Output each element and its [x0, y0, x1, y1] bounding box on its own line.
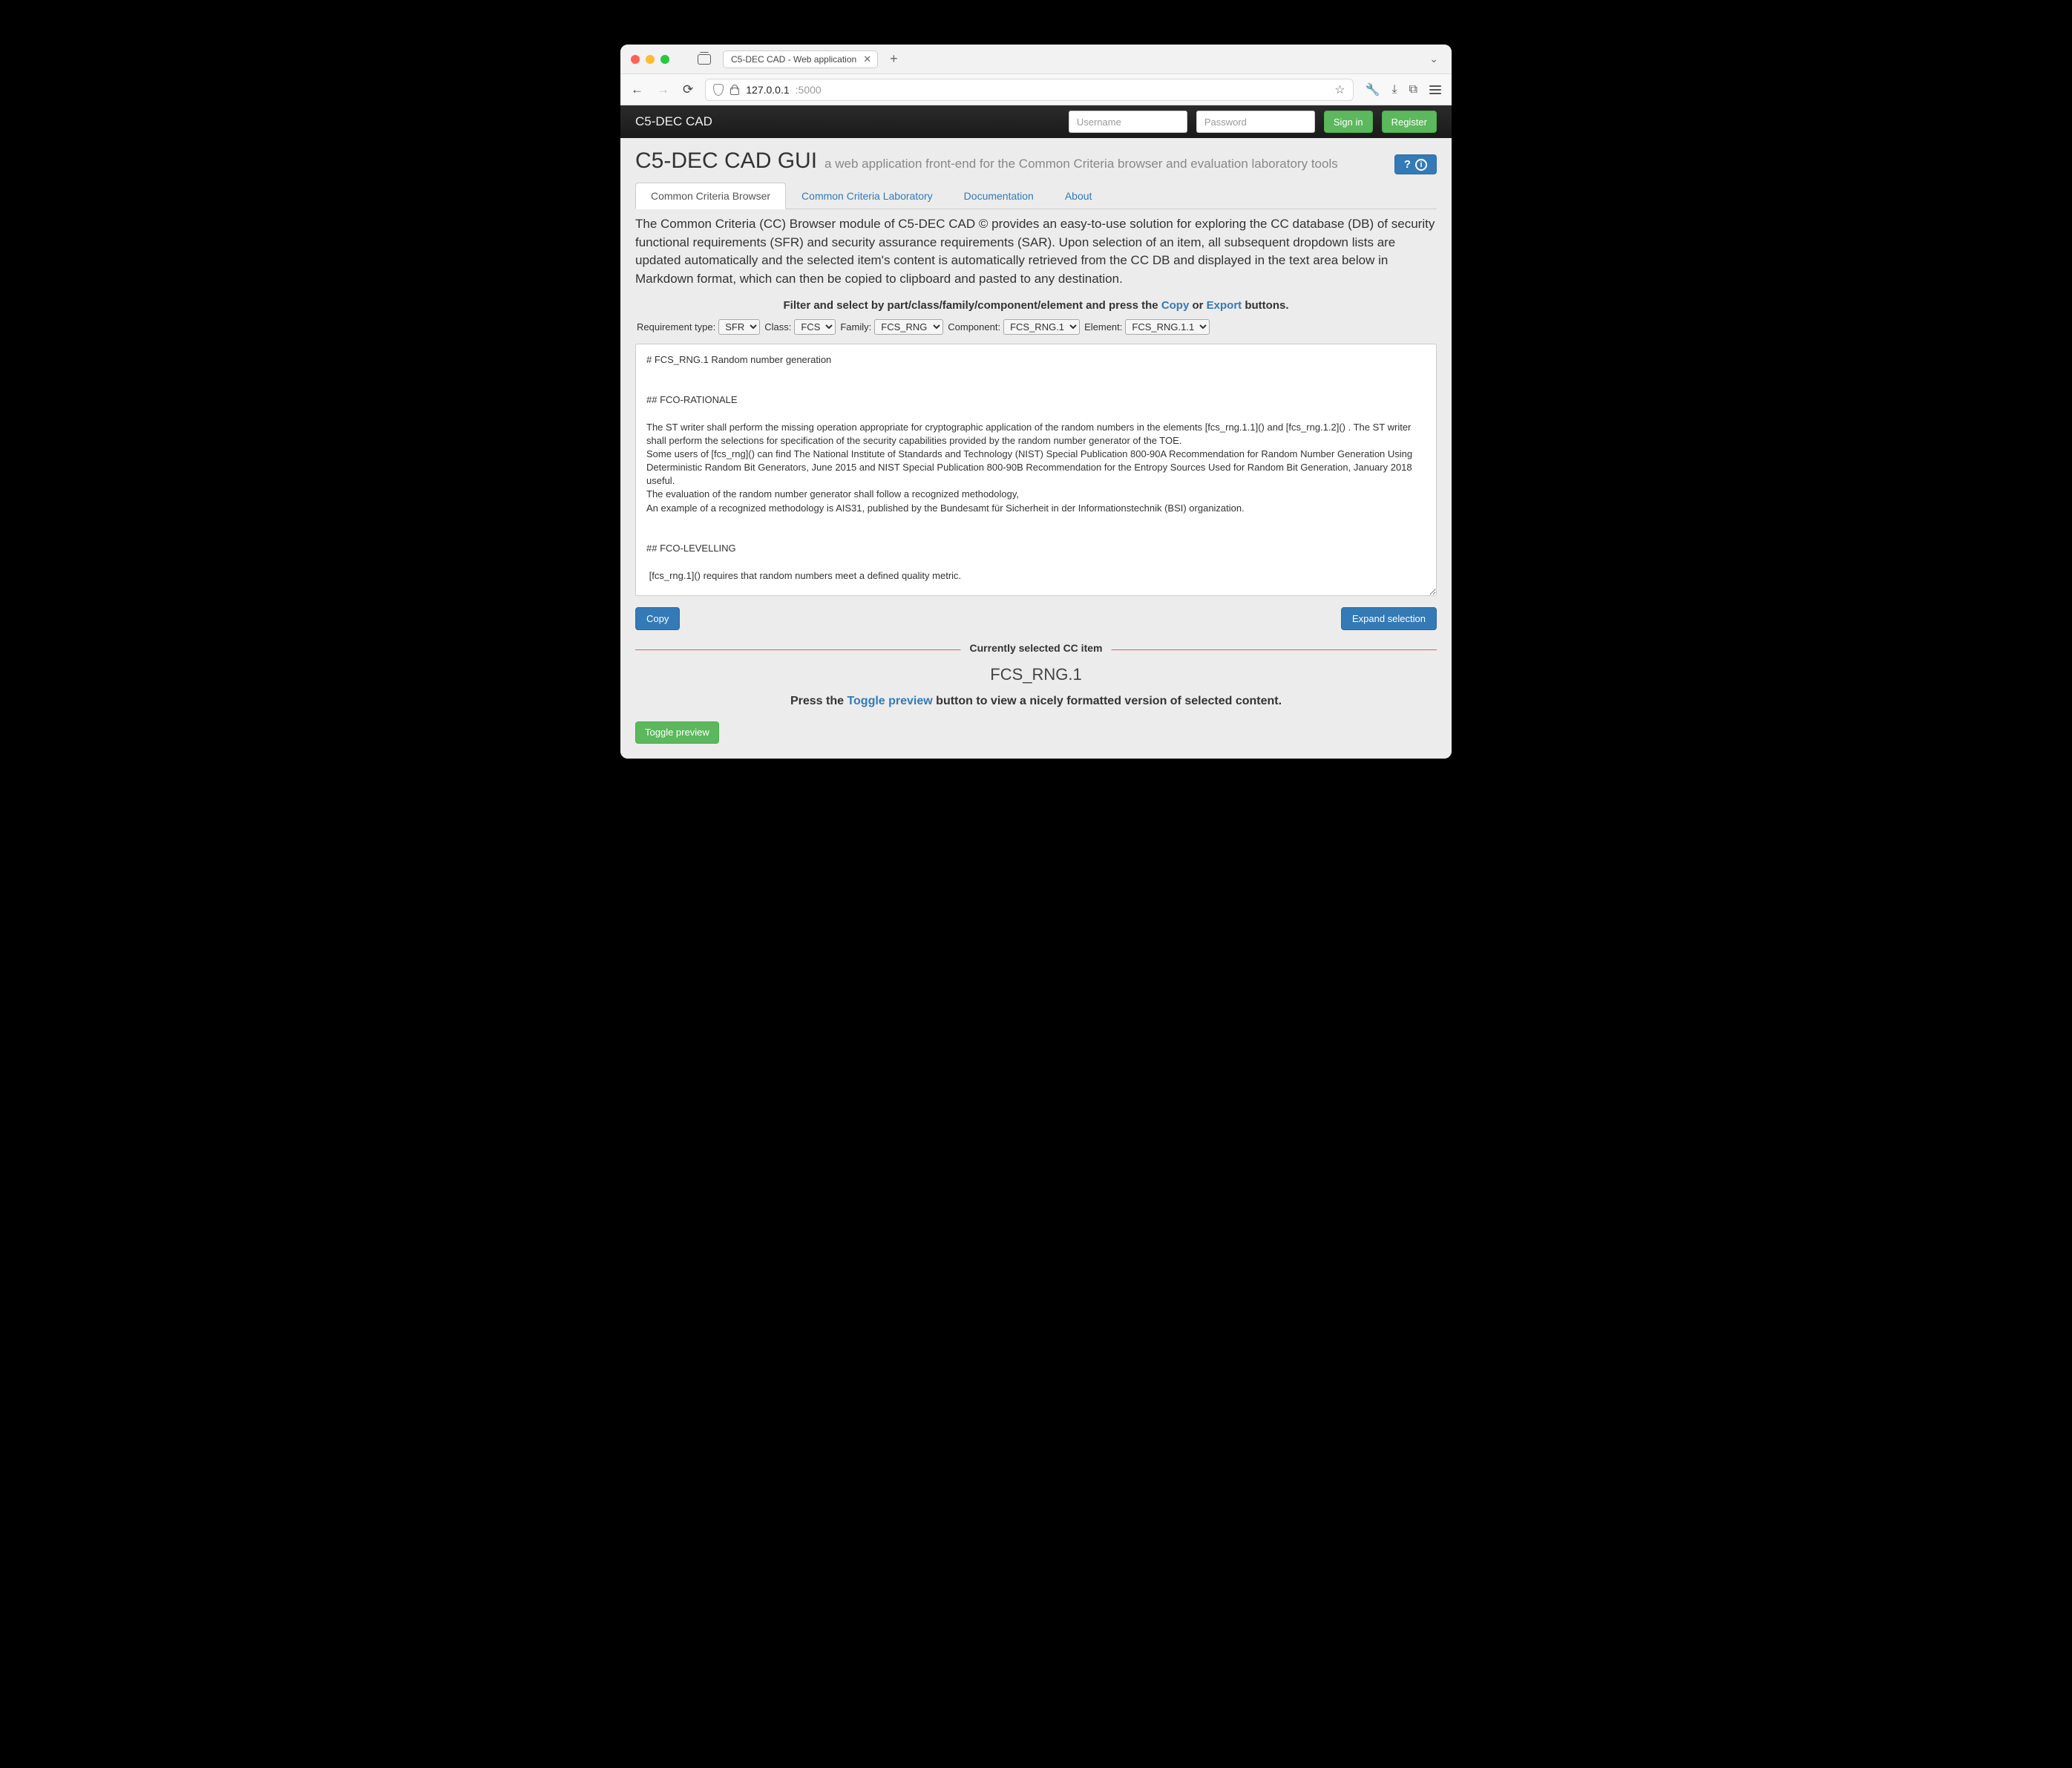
browser-tab[interactable]: C5-DEC CAD - Web application ✕ [723, 50, 878, 68]
element-label: Element: [1084, 321, 1122, 333]
downloads-icon[interactable]: ⤓ [1391, 83, 1397, 96]
devtools-icon[interactable]: 🔧 [1366, 82, 1380, 97]
lock-icon[interactable] [730, 85, 740, 95]
family-label: Family: [840, 321, 871, 333]
minimize-window-button[interactable] [646, 55, 655, 64]
app-navbar: C5-DEC CAD Sign in Register [620, 105, 1452, 138]
component-select[interactable]: FCS_RNG.1 [1003, 319, 1080, 335]
preview-hint-suffix: button to view a nicely formatted versio… [936, 695, 1282, 707]
intro-paragraph: The Common Criteria (CC) Browser module … [635, 215, 1437, 289]
tabs: Common Criteria Browser Common Criteria … [635, 182, 1437, 209]
req-type-select[interactable]: SFR [718, 319, 760, 335]
page-title: C5-DEC CAD GUI [635, 148, 817, 174]
copy-button[interactable]: Copy [635, 607, 680, 630]
username-input[interactable] [1069, 111, 1187, 133]
close-window-button[interactable] [631, 55, 640, 64]
component-label: Component: [948, 321, 1000, 333]
bookmark-star-icon[interactable]: ☆ [1334, 82, 1345, 97]
tab-cc-laboratory[interactable]: Common Criteria Laboratory [786, 183, 948, 209]
tab-overview-icon[interactable] [698, 54, 711, 65]
content: C5-DEC CAD GUI a web application front-e… [620, 138, 1452, 759]
close-tab-icon[interactable]: ✕ [863, 53, 871, 65]
action-row: Copy Expand selection [635, 607, 1437, 630]
maximize-window-button[interactable] [660, 55, 669, 64]
titlebar: C5-DEC CAD - Web application ✕ + ⌄ [620, 45, 1452, 74]
help-info-icon: i [1415, 159, 1427, 171]
filter-suffix: buttons. [1245, 299, 1288, 312]
tab-cc-browser[interactable]: Common Criteria Browser [635, 183, 786, 209]
extensions-icon[interactable]: ⧉ [1409, 83, 1417, 96]
selected-legend: Currently selected CC item [961, 642, 1112, 654]
family-select[interactable]: FCS_RNG [874, 319, 943, 335]
traffic-lights [631, 55, 669, 64]
class-label: Class: [764, 321, 791, 333]
copy-link[interactable]: Copy [1161, 299, 1190, 312]
preview-hint: Press the Toggle preview button to view … [635, 695, 1437, 708]
element-select[interactable]: FCS_RNG.1.1 [1125, 319, 1210, 335]
toolbar-icons: 🔧 ⤓ ⧉ [1366, 82, 1441, 97]
toggle-preview-button[interactable]: Toggle preview [635, 721, 719, 744]
reload-button[interactable]: ⟳ [683, 82, 693, 97]
browser-window: C5-DEC CAD - Web application ✕ + ⌄ ← → ⟳… [620, 45, 1452, 759]
new-tab-button[interactable]: + [884, 51, 904, 67]
menu-icon[interactable] [1429, 85, 1441, 94]
password-input[interactable] [1196, 111, 1315, 133]
address-bar[interactable]: 127.0.0.1 :5000 ☆ [705, 79, 1353, 101]
filter-or: or [1192, 299, 1206, 312]
tracking-shield-icon[interactable] [713, 84, 724, 96]
back-button[interactable]: ← [631, 82, 643, 97]
export-link[interactable]: Export [1207, 299, 1242, 312]
tab-about[interactable]: About [1049, 183, 1108, 209]
toggle-row: Toggle preview [635, 721, 1437, 744]
url-host: 127.0.0.1 [746, 84, 789, 96]
nav-arrows: ← → ⟳ [631, 82, 693, 97]
page-header: C5-DEC CAD GUI a web application front-e… [635, 148, 1437, 174]
filter-instruction: Filter and select by part/class/family/c… [635, 299, 1437, 312]
selector-row: Requirement type: SFR Class: FCS Family:… [635, 319, 1437, 335]
expand-selection-button[interactable]: Expand selection [1341, 607, 1437, 630]
signin-button[interactable]: Sign in [1324, 111, 1373, 133]
help-question-icon: ? [1404, 158, 1411, 171]
register-button[interactable]: Register [1382, 111, 1437, 133]
filter-prefix: Filter and select by part/class/family/c… [783, 299, 1161, 312]
preview-hint-prefix: Press the [790, 695, 847, 707]
class-select[interactable]: FCS [794, 319, 836, 335]
brand[interactable]: C5-DEC CAD [635, 114, 712, 129]
selected-item-id: FCS_RNG.1 [635, 665, 1437, 684]
url-port: :5000 [796, 84, 822, 96]
forward-button: → [657, 82, 669, 97]
markdown-output[interactable] [635, 344, 1437, 596]
url-toolbar: ← → ⟳ 127.0.0.1 :5000 ☆ 🔧 ⤓ ⧉ [620, 74, 1452, 105]
tab-documentation[interactable]: Documentation [948, 183, 1049, 209]
selected-fieldset: Currently selected CC item FCS_RNG.1 Pre… [635, 649, 1437, 708]
browser-tab-title: C5-DEC CAD - Web application [731, 54, 856, 65]
help-button[interactable]: ? i [1394, 154, 1437, 174]
toggle-preview-link[interactable]: Toggle preview [847, 695, 932, 707]
page-subtitle: a web application front-end for the Comm… [824, 157, 1387, 171]
req-type-label: Requirement type: [637, 321, 715, 333]
tabs-dropdown-icon[interactable]: ⌄ [1426, 53, 1441, 65]
